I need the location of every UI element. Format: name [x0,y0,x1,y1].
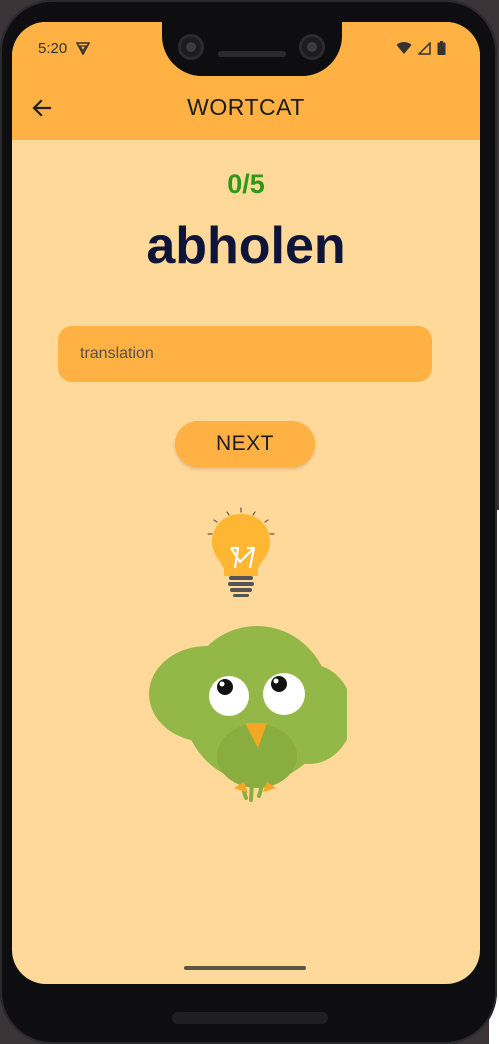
translation-input[interactable] [58,326,432,382]
status-time: 5:20 [38,40,68,57]
front-camera-left [178,34,204,60]
phone-screen: 5:20 WORTCAT 0/5 abholen translation NEX… [12,22,480,984]
mascot-illustration [149,507,347,802]
camera-notch [162,22,342,76]
wifi-icon [396,42,412,54]
app-title: WORTCAT [187,94,305,120]
phone-frame: 5:20 WORTCAT 0/5 abholen translation NEX… [0,0,497,1044]
home-indicator[interactable] [184,966,306,970]
signal-icon [418,41,431,55]
lightbulb-icon [207,507,275,597]
earpiece-speaker [218,51,286,57]
battery-icon [437,41,446,55]
bottom-speaker [172,1012,328,1024]
score-counter: 0/5 [227,169,265,199]
quiz-word: abholen [146,217,346,275]
front-camera-right [299,34,325,60]
translation-field[interactable] [58,326,432,382]
status-icons [396,41,446,55]
bird-mascot-icon [149,626,347,802]
vpn-icon [76,42,90,55]
next-button[interactable]: NEXT [175,421,315,467]
